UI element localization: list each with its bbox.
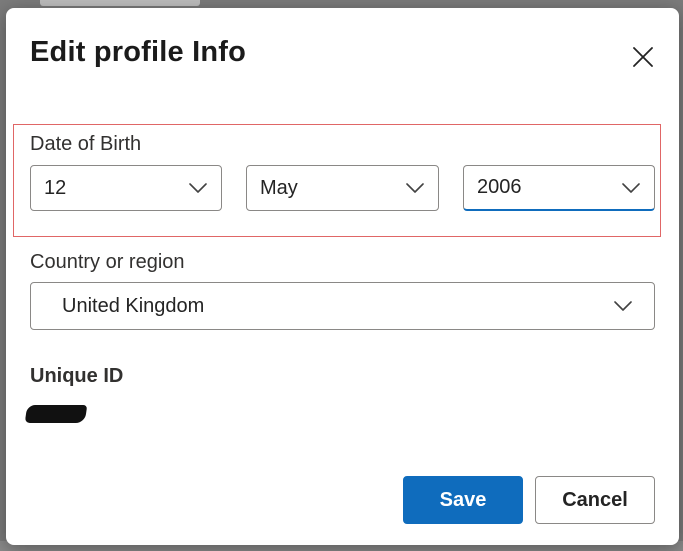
birth-day-select[interactable]: 12 [30, 165, 222, 211]
birth-day-value: 12 [44, 176, 67, 199]
background-page-fragment [40, 0, 200, 6]
dialog-title: Edit profile Info [30, 36, 247, 68]
chevron-down-icon [620, 181, 642, 195]
unique-id-label: Unique ID [30, 365, 124, 387]
date-of-birth-label: Date of Birth [30, 133, 142, 155]
birth-year-value: 2006 [477, 176, 522, 198]
birth-month-select[interactable]: May [246, 165, 439, 211]
cancel-button[interactable]: Cancel [535, 476, 655, 524]
country-select[interactable]: United Kingdom [30, 282, 655, 330]
save-button[interactable]: Save [403, 476, 523, 524]
close-icon [633, 47, 653, 67]
chevron-down-icon [404, 181, 426, 195]
country-label: Country or region [30, 251, 185, 273]
chevron-down-icon [187, 181, 209, 195]
country-value: United Kingdom [62, 294, 205, 317]
chevron-down-icon [612, 299, 634, 313]
close-button[interactable] [626, 40, 660, 74]
birth-year-select[interactable]: 2006 [463, 165, 655, 211]
redacted-unique-id [24, 405, 88, 423]
birth-month-value: May [260, 176, 298, 199]
edit-profile-dialog: Edit profile Info Date of Birth 12 May 2… [6, 8, 679, 545]
